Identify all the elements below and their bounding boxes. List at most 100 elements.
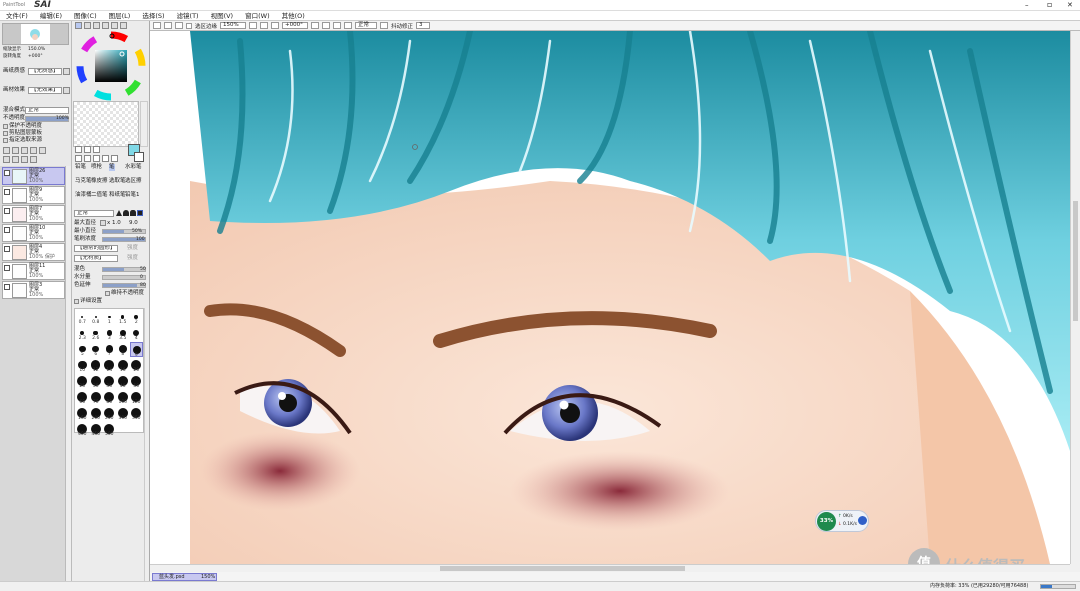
horizontal-scrollbar[interactable] [150, 564, 1070, 572]
brush-size-preset[interactable]: 7 [103, 342, 116, 357]
lasso-icon[interactable] [84, 146, 91, 153]
new-linework-button[interactable] [30, 147, 37, 154]
menu-layer[interactable]: 图层(L) [103, 11, 137, 21]
tool-panel-scrollbar[interactable] [144, 308, 149, 581]
brush-size-preset[interactable]: 20 [130, 358, 143, 373]
copy-layer-button[interactable] [39, 147, 46, 154]
brush-size-preset[interactable]: 12 [90, 358, 103, 373]
brush-size-preset[interactable]: 80 [103, 390, 116, 405]
brush-size-preset[interactable]: 500 [103, 422, 116, 437]
eye-icon[interactable] [4, 265, 10, 271]
stabilizer-select[interactable]: 3 [416, 22, 431, 29]
hand-icon[interactable] [93, 155, 100, 162]
swatches-tab[interactable] [111, 22, 118, 29]
tool-binary-pen[interactable]: 二值笔 [91, 192, 108, 199]
max-size-mult-button[interactable] [100, 220, 106, 226]
paper-effect-button[interactable] [63, 87, 70, 94]
merge-down-button[interactable] [12, 156, 19, 163]
layer-item[interactable]: 图层7 正常 100% [2, 205, 65, 223]
scratchpad[interactable] [73, 101, 139, 147]
brush-size-preset[interactable]: 2.6 [90, 326, 103, 341]
tool-bucket[interactable]: 油漆桶 [75, 192, 92, 199]
menu-filter[interactable]: 滤镜(T) [171, 11, 205, 21]
keep-opacity-checkbox[interactable] [105, 291, 110, 296]
rotate-reset-button[interactable] [333, 22, 342, 29]
color-mixer-tab[interactable] [102, 22, 109, 29]
boost-icon[interactable] [858, 516, 867, 525]
select-all-button[interactable] [153, 22, 161, 29]
layer-list-scrollbar[interactable] [65, 166, 71, 581]
tool-pencil-1[interactable]: 铅笔1 [125, 192, 140, 199]
minimize-button[interactable]: – [1025, 1, 1029, 9]
eye-icon[interactable] [4, 170, 10, 176]
brush-size-preset[interactable]: 0.8 [90, 310, 103, 325]
deselect-button[interactable] [164, 22, 172, 29]
zoom-reset-button[interactable] [271, 22, 280, 29]
canvas[interactable]: 33% ↑ 0K/s ↓ 0.1K/s 值 什么值得买 [150, 31, 1070, 564]
blend-mode-dropdown[interactable]: 正常 [25, 107, 69, 114]
layer-item[interactable]: 图层10 正常 100% [2, 224, 65, 242]
tool-airbrush[interactable]: 喷枪 [91, 164, 102, 171]
brush-size-preset[interactable]: 16 [117, 358, 130, 373]
flip-button[interactable] [344, 22, 353, 29]
new-folder-button[interactable] [12, 147, 19, 154]
brush-size-preset[interactable]: 35 [103, 374, 116, 389]
tool-select-eraser[interactable]: 选区擦 [125, 178, 142, 185]
tool-watercolor[interactable]: 水彩笔 [125, 164, 142, 171]
brush-size-preset[interactable]: 9 [130, 342, 143, 358]
zoom-icon[interactable] [84, 155, 91, 162]
hsv-slider-tab[interactable] [93, 22, 100, 29]
menu-view[interactable]: 视图(V) [205, 11, 240, 21]
brush-size-preset[interactable]: 5 [76, 342, 89, 357]
detail-settings-checkbox[interactable] [74, 299, 79, 304]
brush-size-preset[interactable]: 3.5 [117, 326, 130, 341]
tool-marker[interactable]: 马克笔 [75, 178, 92, 185]
menu-image[interactable]: 图像(C) [68, 11, 103, 21]
eye-icon[interactable] [4, 284, 10, 290]
rect-select-icon[interactable] [75, 146, 82, 153]
tool-select-pen[interactable]: 选取笔 [109, 178, 126, 185]
layer-item[interactable]: 图层9 正常 100% [2, 186, 65, 204]
perf-widget[interactable]: 33% ↑ 0K/s ↓ 0.1K/s [815, 510, 869, 532]
brush-size-preset[interactable]: 70 [90, 390, 103, 405]
zoom-out-button[interactable] [249, 22, 258, 29]
brush-size-preset[interactable]: 3 [103, 326, 116, 341]
close-button[interactable]: ✕ [1067, 1, 1073, 9]
vertical-scroll-thumb[interactable] [1073, 201, 1078, 321]
brush-size-preset[interactable]: 300 [117, 406, 130, 421]
color-wheel-tab[interactable] [75, 22, 82, 29]
tab-document[interactable]: 蓝头发.psd 150% [152, 573, 217, 581]
layer-item[interactable]: 图层26 正常 100% [2, 167, 65, 185]
new-layer-button[interactable] [3, 147, 10, 154]
move-icon[interactable] [75, 155, 82, 162]
brush-size-preset[interactable]: 40 [117, 374, 130, 389]
brush-size-preset[interactable]: 100 [117, 390, 130, 405]
brush-size-preset[interactable]: 6 [90, 342, 103, 357]
transfer-down-button[interactable] [3, 156, 10, 163]
rotation-select[interactable]: +000° [282, 22, 309, 29]
mask-layer-button[interactable] [21, 147, 28, 154]
brush-size-preset[interactable]: 1 [103, 310, 116, 325]
tip-soft-icon[interactable] [130, 210, 136, 216]
color-wheel[interactable] [76, 31, 146, 101]
brush-size-preset[interactable]: 2.3 [76, 326, 89, 341]
layer-item[interactable]: 图层4 正常 100% 保护 [2, 243, 65, 261]
eye-icon[interactable] [4, 246, 10, 252]
brush-size-preset[interactable]: 0.7 [76, 310, 89, 325]
paper-texture-button[interactable] [63, 68, 70, 75]
tip-sharp-icon[interactable] [116, 210, 122, 216]
brush-size-preset[interactable]: 4 [130, 326, 143, 341]
rgb-slider-tab[interactable] [84, 22, 91, 29]
tool-brush[interactable]: 笔 [109, 164, 115, 171]
vertical-scrollbar[interactable] [1070, 31, 1080, 564]
brush-size-preset[interactable]: 2 [130, 310, 143, 325]
brush-size-preset[interactable]: 14 [103, 358, 116, 373]
navigator-preview[interactable] [2, 23, 69, 45]
clipping-group-checkbox[interactable] [3, 131, 8, 136]
delete-layer-button[interactable] [30, 156, 37, 163]
eyedropper-icon[interactable] [111, 155, 118, 162]
menu-other[interactable]: 其他(O) [276, 11, 311, 21]
rotate-left-button[interactable] [311, 22, 320, 29]
blend-mode-select[interactable]: 正常 [355, 22, 378, 29]
selection-source-checkbox[interactable] [3, 138, 8, 143]
